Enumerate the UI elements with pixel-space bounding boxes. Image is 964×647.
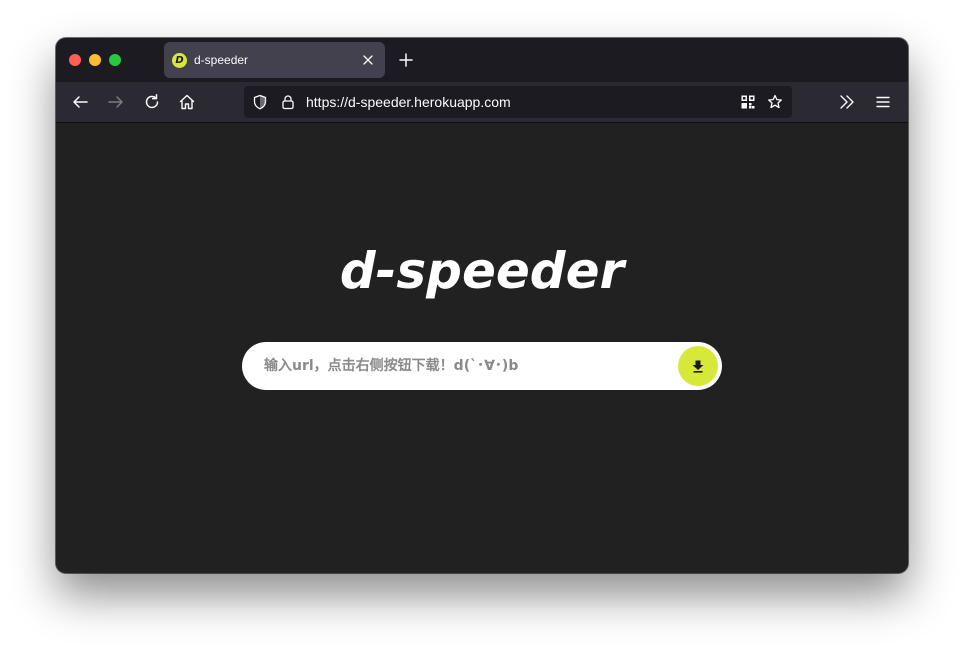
star-icon[interactable] [767, 94, 783, 110]
arrow-right-icon[interactable] [107, 93, 125, 111]
address-bar[interactable]: https://d-speeder.herokuapp.com [244, 86, 792, 118]
url-input[interactable] [264, 356, 664, 376]
hamburger-menu-icon[interactable] [874, 93, 892, 111]
download-arrow-icon [692, 360, 704, 373]
navigation-toolbar: https://d-speeder.herokuapp.com [56, 82, 908, 123]
site-logo: d-speeder [339, 242, 625, 300]
window-minimize-button[interactable] [89, 54, 101, 66]
tab-bar: D d-speeder [56, 38, 908, 82]
window-close-button[interactable] [69, 54, 81, 66]
chevron-double-right-icon[interactable] [838, 93, 856, 111]
close-tab-icon[interactable] [362, 54, 374, 66]
window-maximize-button[interactable] [109, 54, 121, 66]
qr-code-icon[interactable] [740, 94, 756, 110]
reload-icon[interactable] [143, 93, 161, 111]
home-icon[interactable] [178, 93, 196, 111]
browser-tab[interactable]: D d-speeder [164, 42, 385, 78]
tab-title: d-speeder [194, 53, 249, 67]
new-tab-icon[interactable] [399, 53, 413, 67]
download-button[interactable] [678, 346, 718, 386]
browser-window: D d-speeder https://d-speeder.herokuapp.… [56, 38, 908, 573]
lock-icon[interactable] [280, 94, 296, 110]
url-text[interactable]: https://d-speeder.herokuapp.com [306, 94, 511, 110]
shield-icon[interactable] [252, 94, 268, 110]
site-favicon-icon: D [172, 53, 187, 68]
page-content: d-speeder [56, 123, 908, 573]
arrow-left-icon[interactable] [71, 93, 89, 111]
search-bar [242, 342, 722, 390]
